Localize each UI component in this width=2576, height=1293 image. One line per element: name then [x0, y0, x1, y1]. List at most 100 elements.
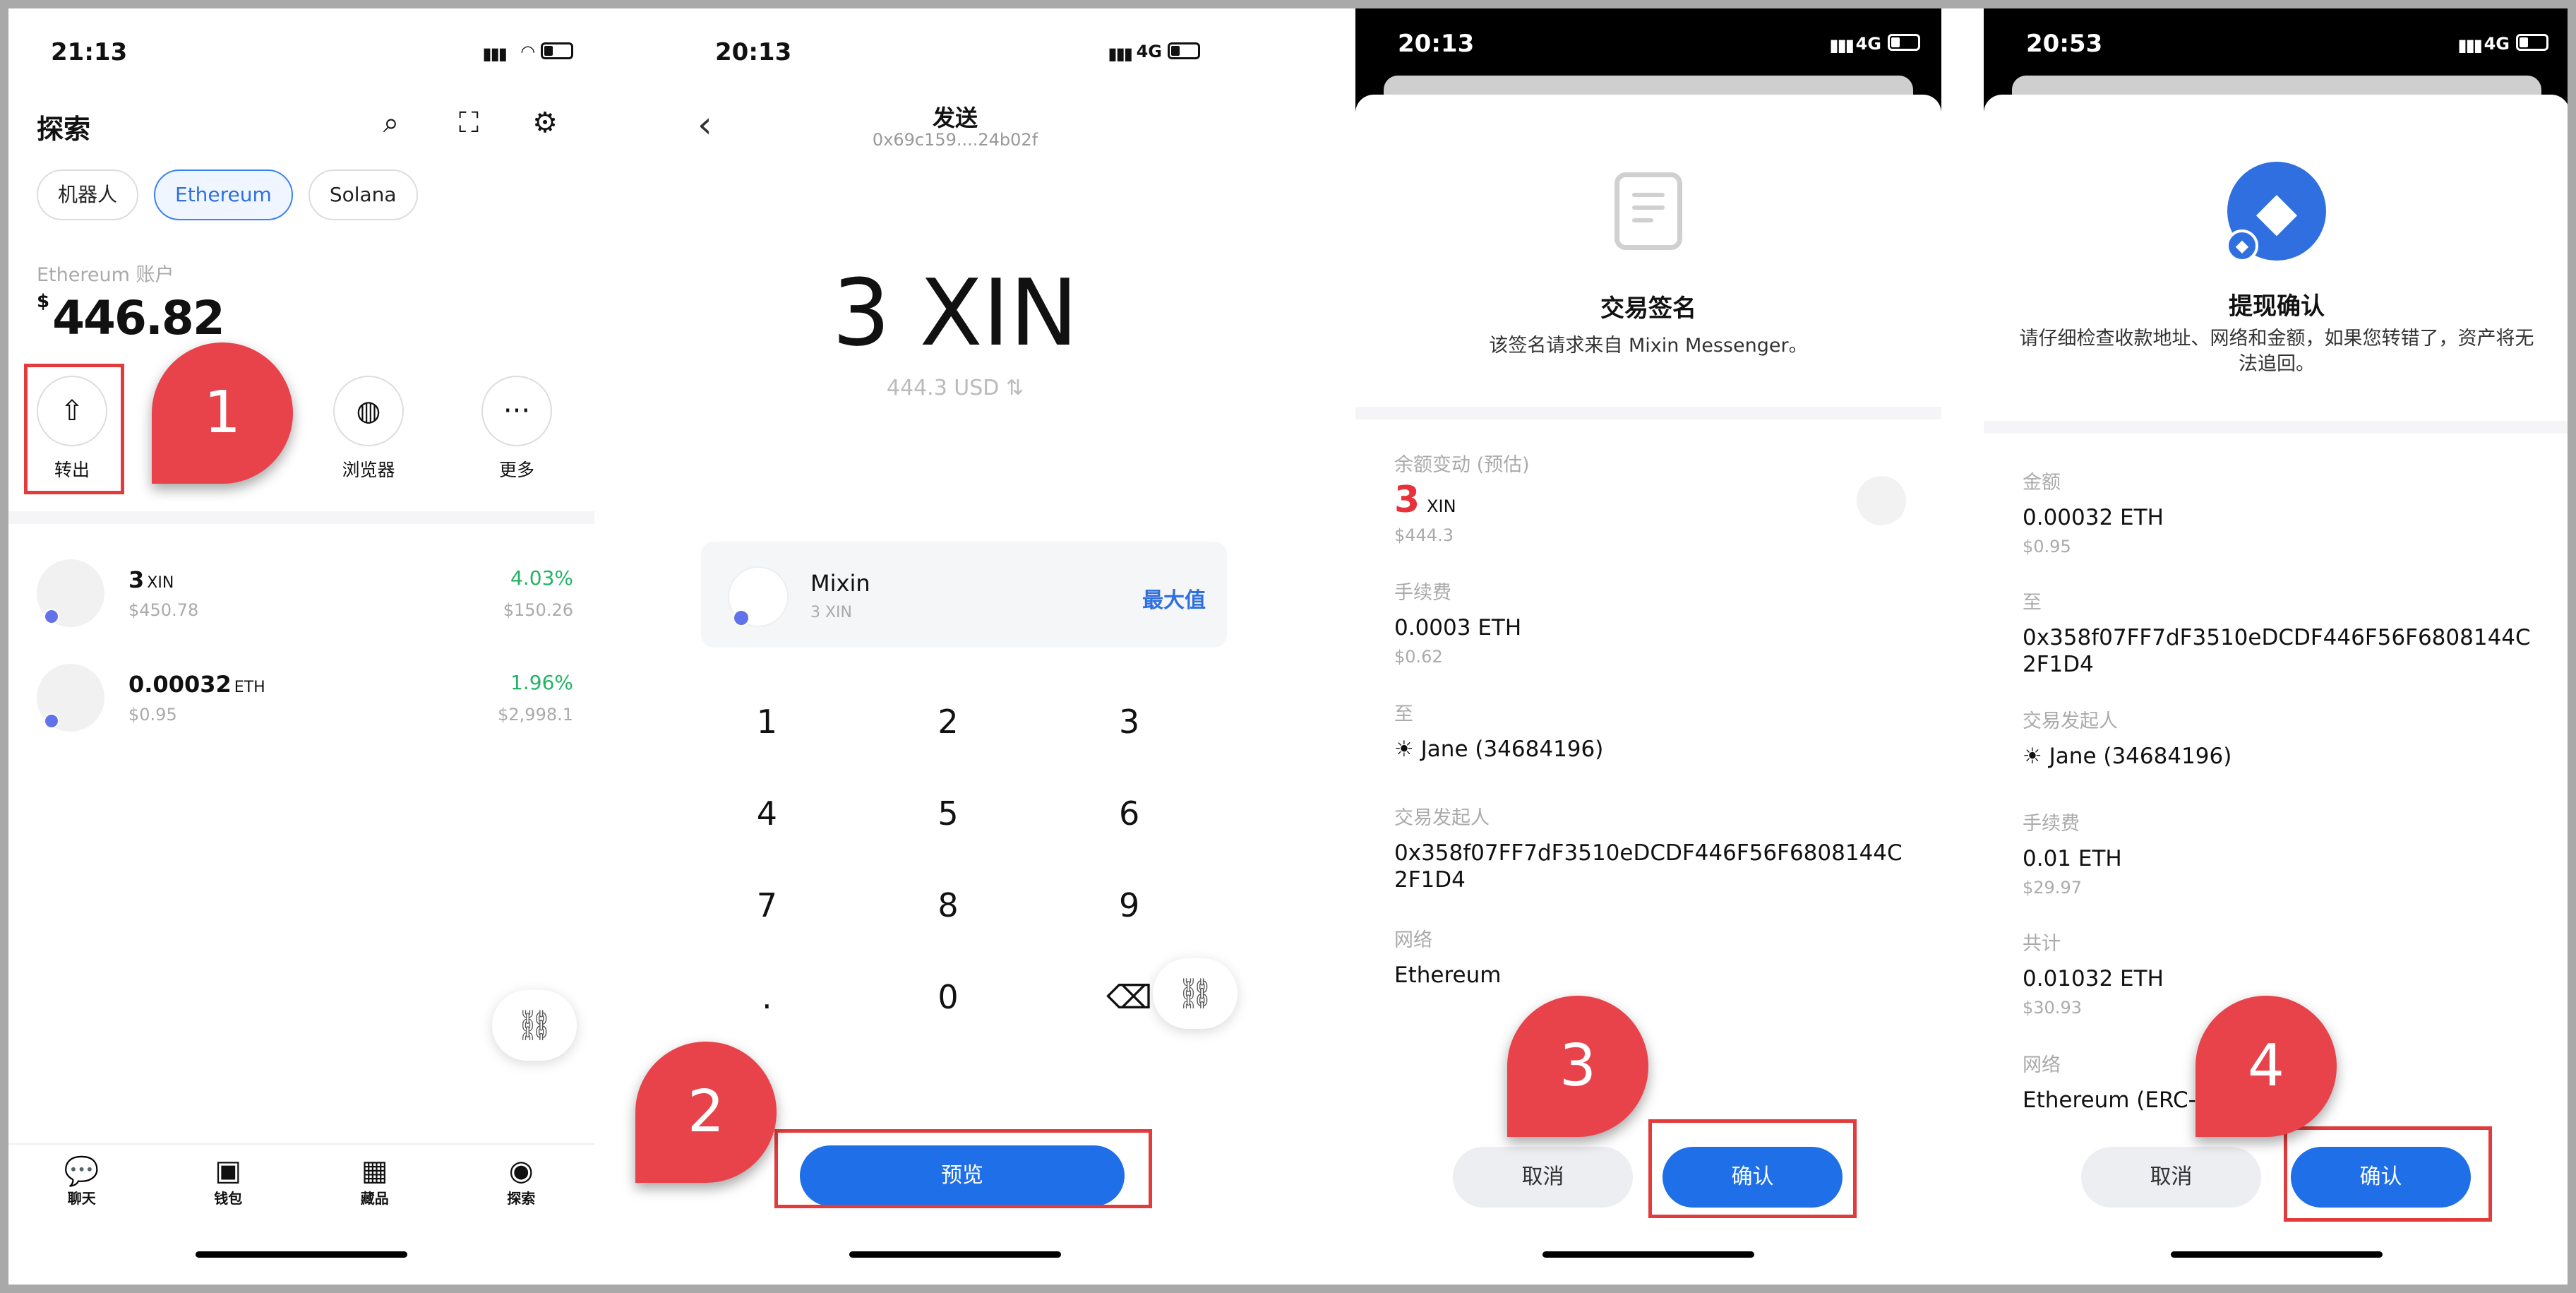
status-bar: 20:13 ▮▮▮ 4G: [627, 8, 1283, 86]
grid-icon: ▦: [361, 1155, 388, 1187]
signal-icon: ▮▮▮: [1829, 35, 1855, 55]
browser-button[interactable]: ◍ 浏览器: [333, 376, 404, 482]
wifi-icon: ◠: [521, 42, 534, 61]
token-logo: [1857, 476, 1906, 525]
asset-usd: $0.95: [128, 705, 177, 725]
asset-value: $150.26: [503, 600, 573, 620]
recipient-field: 至 ☀ Jane (34684196): [1394, 703, 1604, 762]
chip-bots[interactable]: 机器人: [37, 169, 139, 220]
sender-field: 交易发起人 ☀ Jane (34684196): [2023, 710, 2232, 769]
explore-screen: 21:13 ▮▮▮ ◠ 探索 ⌕ ⛶ ⚙ 机器人 Ethereum Solana…: [8, 8, 594, 1285]
battery-icon: [2516, 34, 2548, 51]
signal-icon: ▮▮▮: [1108, 44, 1133, 64]
key-2[interactable]: 2: [858, 701, 1039, 743]
asset-amount: 0.00032: [128, 671, 232, 698]
sheet-title: 提现确认: [2229, 292, 2325, 321]
recipient-address: 0x69c159....24b02f: [872, 130, 1038, 150]
signal-icon: ▮▮▮: [482, 44, 508, 64]
asset-row-xin[interactable]: 3 XIN $450.78 4.03% $150.26: [37, 552, 573, 637]
asset-symbol: ETH: [234, 679, 265, 696]
fee-field: 手续费 0.01 ETH $29.97: [2023, 813, 2122, 898]
key-8[interactable]: 8: [858, 884, 1039, 926]
network-type: 4G: [2484, 34, 2510, 54]
page-title: 探索: [37, 114, 91, 145]
key-dot[interactable]: .: [676, 976, 858, 1018]
sign-transaction-screen: 20:13 ▮▮▮ 4G 交易签名 该签名请求来自 Mixin Messenge…: [1355, 8, 1941, 1285]
battery-icon: [1168, 42, 1200, 59]
chip-ethereum[interactable]: Ethereum: [154, 169, 293, 220]
gear-icon[interactable]: ⚙: [528, 106, 562, 140]
key-1[interactable]: 1: [676, 701, 858, 743]
status-bar: 20:53 ▮▮▮ 4G: [1984, 8, 2570, 86]
key-3[interactable]: 3: [1038, 701, 1220, 743]
tab-chat[interactable]: 💬 聊天: [8, 1145, 155, 1228]
signal-icon: ▮▮▮: [2457, 35, 2483, 55]
balance-change-field: 余额变动 (预估) 3 XIN $444.3: [1394, 454, 1530, 545]
cancel-button[interactable]: 取消: [1453, 1147, 1633, 1208]
key-0[interactable]: 0: [858, 976, 1039, 1018]
chain-badge-icon: [44, 609, 59, 624]
highlight-confirm-4: [2284, 1126, 2492, 1222]
more-button[interactable]: ··· 更多: [481, 376, 552, 482]
tab-wallet[interactable]: ▣ 钱包: [155, 1145, 302, 1228]
token-selector[interactable]: Mixin 3 XIN 最大值: [701, 542, 1227, 648]
step-callout-4: 4: [2195, 996, 2337, 1137]
home-indicator: [1542, 1251, 1754, 1258]
section-divider: [1355, 407, 1941, 419]
tab-explore[interactable]: ◉ 探索: [448, 1145, 595, 1228]
battery-icon: [541, 42, 573, 59]
key-7[interactable]: 7: [676, 884, 858, 926]
asset-value: $2,998.1: [498, 705, 573, 725]
asset-row-eth[interactable]: 0.00032 ETH $0.95 1.96% $2,998.1: [37, 657, 573, 741]
cancel-button[interactable]: 取消: [2081, 1147, 2261, 1208]
more-icon: ···: [481, 376, 552, 446]
link-icon[interactable]: ⛓: [1153, 958, 1238, 1029]
highlight-preview: [774, 1129, 1152, 1208]
asset-change: 4.03%: [510, 566, 573, 590]
chip-solana[interactable]: Solana: [308, 169, 418, 220]
link-icon[interactable]: ⛓: [492, 990, 577, 1061]
key-6[interactable]: 6: [1038, 792, 1220, 835]
document-icon: [1615, 172, 1682, 250]
section-divider: [1984, 421, 2570, 434]
chain-chips: 机器人 Ethereum Solana: [37, 169, 418, 220]
numeric-keypad: 1 2 3 4 5 6 7 8 9 . 0 ⌫: [676, 701, 1220, 1018]
status-time: 20:13: [715, 38, 792, 66]
key-4[interactable]: 4: [676, 792, 858, 835]
chain-badge-icon: ◆: [2226, 230, 2258, 262]
asset-usd: $450.78: [128, 600, 199, 620]
chain-badge-icon: [733, 609, 750, 626]
status-bar: 20:13 ▮▮▮ 4G: [1355, 8, 1941, 86]
status-time: 21:13: [51, 38, 128, 66]
token-balance: 3 XIN: [810, 604, 853, 621]
max-button[interactable]: 最大值: [1142, 583, 1206, 614]
tab-collectibles[interactable]: ▦ 藏品: [301, 1145, 448, 1228]
home-indicator: [849, 1251, 1061, 1258]
bottom-tab-bar: 💬 聊天 ▣ 钱包 ▦ 藏品 ◉ 探索: [8, 1143, 594, 1228]
sheet-subtitle: 该签名请求来自 Mixin Messenger。: [1489, 335, 1808, 357]
signature-sheet: 交易签名 该签名请求来自 Mixin Messenger。 余额变动 (预估) …: [1355, 95, 1941, 1285]
network-type: 4G: [1855, 34, 1881, 54]
home-indicator: [2171, 1251, 2383, 1258]
chat-icon: 💬: [64, 1155, 100, 1188]
usd-equivalent[interactable]: 444.3 USD ⇅: [627, 376, 1283, 400]
highlight-send: [24, 364, 124, 494]
status-time: 20:53: [2026, 30, 2103, 58]
globe-icon: ◍: [333, 376, 404, 446]
step-callout-2: 2: [635, 1042, 777, 1183]
battery-icon: [1888, 34, 1920, 51]
network-field: 网络 Ethereum: [1394, 929, 1502, 988]
sheet-subtitle: 请仔细检查收款地址、网络和金额，如果您转错了，资产将无法追回。: [2019, 328, 2534, 375]
scan-icon[interactable]: ⛶: [452, 106, 486, 140]
ethereum-icon: ◆ ◆: [2226, 162, 2326, 262]
key-5[interactable]: 5: [858, 792, 1039, 835]
key-9[interactable]: 9: [1038, 884, 1220, 926]
token-name: Mixin: [810, 570, 870, 597]
asset-symbol: XIN: [147, 574, 174, 592]
section-divider: [8, 511, 594, 524]
wallet-icon: ▣: [215, 1155, 242, 1187]
sender-field: 交易发起人 0x358f07FF7dF3510eDCDF446F56F68081…: [1394, 807, 1903, 893]
step-callout-1: 1: [152, 342, 293, 484]
search-icon[interactable]: ⌕: [374, 106, 408, 140]
status-bar: 21:13 ▮▮▮ ◠: [8, 8, 594, 86]
